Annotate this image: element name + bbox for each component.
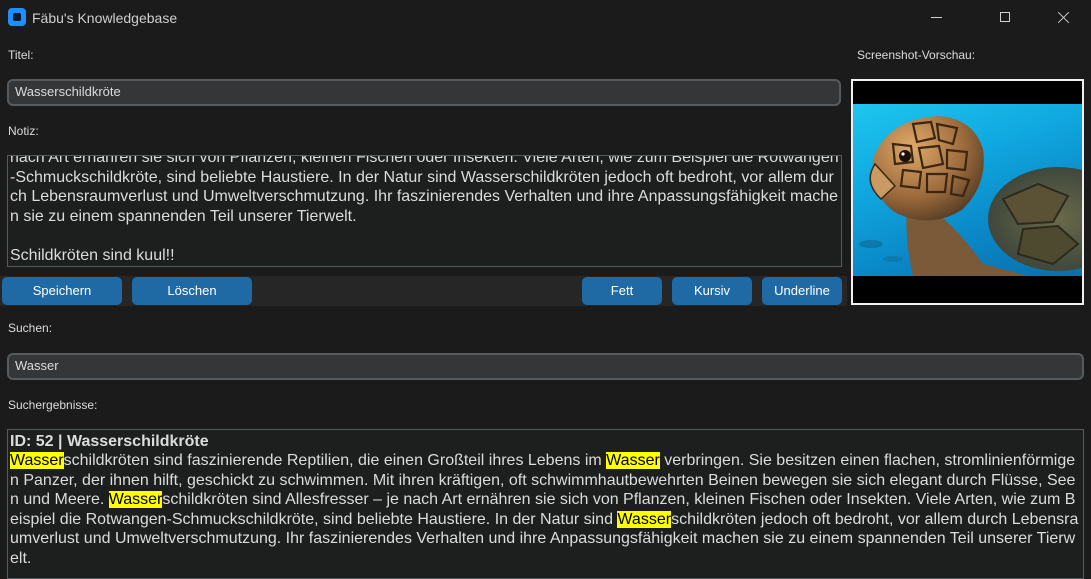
search-results: ID: 52 | Wasserschildkröte Wasserschildk… bbox=[7, 429, 1084, 579]
result-text: Wasserschildkröten sind faszinierende Re… bbox=[10, 451, 1081, 568]
search-hit: Wasser bbox=[108, 491, 163, 508]
note-textarea[interactable]: nach Art ernähren sie sich von Pflanzen,… bbox=[7, 155, 842, 267]
title-label: Titel: bbox=[8, 48, 34, 62]
close-icon[interactable] bbox=[1040, 0, 1086, 36]
search-hit: Wasser bbox=[617, 510, 672, 528]
italic-button[interactable]: Kursiv bbox=[672, 277, 752, 305]
result-header: ID: 52 | Wasserschildkröte bbox=[10, 433, 209, 450]
preview-label: Screenshot-Vorschau: bbox=[857, 48, 976, 62]
turtle-photo bbox=[853, 104, 1082, 276]
maximize-icon[interactable] bbox=[982, 0, 1028, 36]
result-segment: schildkröten sind faszinierende Reptilie… bbox=[63, 452, 607, 469]
screenshot-preview bbox=[851, 79, 1084, 305]
save-button[interactable]: Speichern bbox=[2, 277, 122, 305]
search-hit: Wasser bbox=[606, 452, 660, 469]
note-label: Notiz: bbox=[8, 124, 39, 138]
search-hit: Wasser bbox=[10, 452, 64, 469]
bold-button[interactable]: Fett bbox=[582, 277, 662, 305]
window-titlebar: Fäbu's Knowledgebase bbox=[0, 0, 1091, 36]
search-input[interactable]: Wasser bbox=[7, 353, 1084, 380]
app-logo-icon bbox=[8, 8, 26, 26]
search-label: Suchen: bbox=[8, 321, 53, 335]
note-closing: Schildkröten sind kuul!! bbox=[10, 246, 175, 264]
delete-button[interactable]: Löschen bbox=[132, 277, 252, 305]
turtle-illustration bbox=[859, 116, 1082, 276]
title-input[interactable]: Wasserschildkröte bbox=[7, 79, 841, 106]
note-content: nach Art ernähren sie sich von Pflanzen,… bbox=[10, 155, 839, 265]
results-label: Suchergebnisse: bbox=[8, 398, 98, 412]
window-title: Fäbu's Knowledgebase bbox=[32, 10, 178, 26]
minimize-icon[interactable] bbox=[913, 0, 959, 36]
note-paragraph: nach Art ernähren sie sich von Pflanzen,… bbox=[10, 155, 839, 225]
underline-button[interactable]: Underline bbox=[762, 277, 842, 305]
